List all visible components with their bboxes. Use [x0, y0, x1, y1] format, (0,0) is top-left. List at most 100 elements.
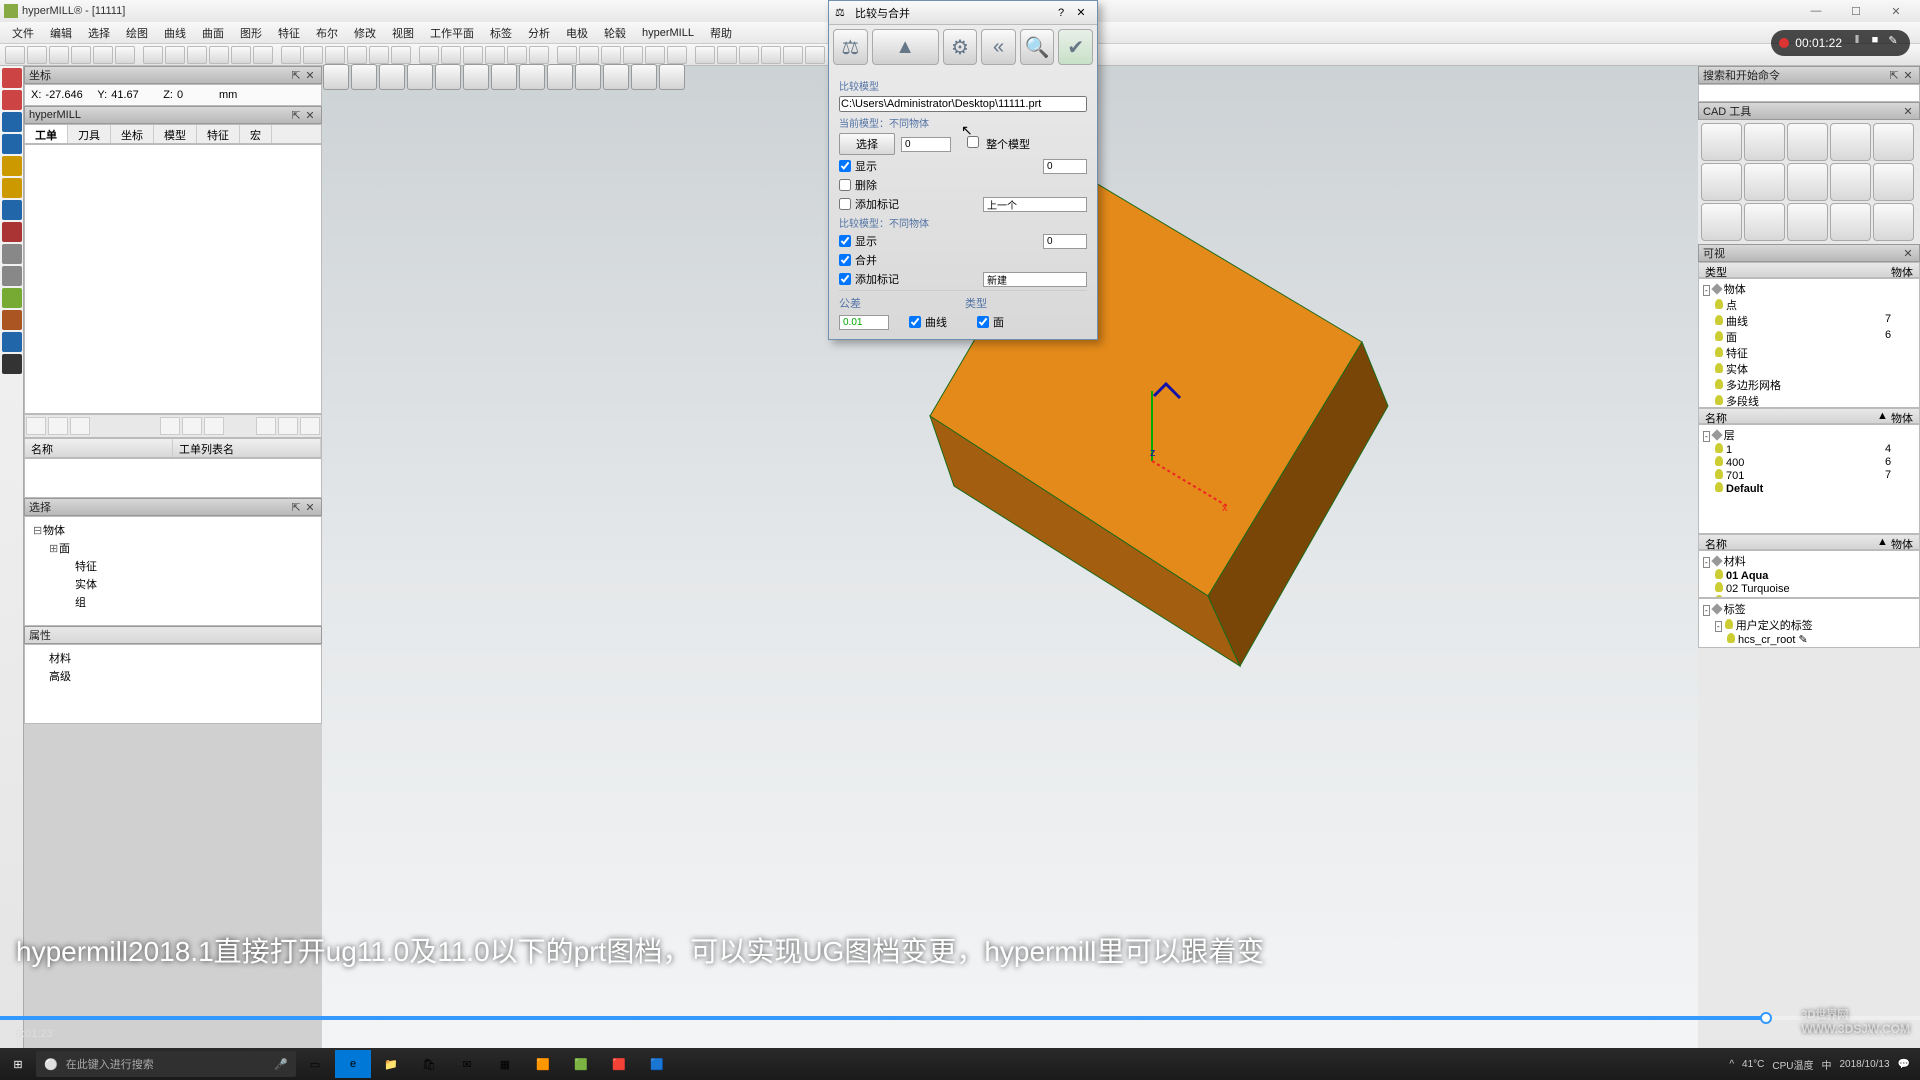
menu-曲面[interactable]: 曲面	[194, 25, 232, 41]
menu-帮助[interactable]: 帮助	[702, 25, 740, 41]
toolbar-button[interactable]	[325, 46, 345, 64]
toolbar-button[interactable]	[187, 46, 207, 64]
col-obj[interactable]: 物体	[1885, 535, 1919, 549]
start-button[interactable]: ⊞	[0, 1050, 36, 1078]
jobtool-btn[interactable]	[182, 417, 202, 435]
taskview-icon[interactable]: ▭	[297, 1050, 333, 1078]
tree-item[interactable]: ⊞面	[29, 539, 317, 557]
toolbar-button[interactable]	[507, 46, 527, 64]
select-button[interactable]: 选择	[839, 133, 895, 155]
face-checkbox[interactable]	[977, 316, 989, 328]
show-value-input[interactable]	[1043, 159, 1087, 174]
toolbar-button[interactable]	[579, 46, 599, 64]
col-obj[interactable]: 物体	[1885, 409, 1919, 423]
tree-item[interactable]: 01 Aqua	[1701, 569, 1917, 582]
dialog-close-button[interactable]: ✕	[1071, 6, 1091, 19]
toolbar-button[interactable]	[485, 46, 505, 64]
tree-item[interactable]: 高级	[29, 667, 317, 685]
tab-坐标[interactable]: 坐标	[111, 125, 154, 143]
tree-item[interactable]: 面6	[1701, 329, 1917, 345]
tray-ime-icon[interactable]: 中	[1821, 1057, 1831, 1072]
tag-tree[interactable]: - 标签- 用户定义的标签hcs_cr_root ✎	[1698, 598, 1920, 648]
menu-布尔[interactable]: 布尔	[308, 25, 346, 41]
panel-close-icon[interactable]: ✕	[303, 69, 317, 82]
addtag2-value-input[interactable]	[983, 272, 1087, 287]
cad-tool-button[interactable]	[1830, 163, 1871, 201]
select-tree[interactable]: ⊟物体⊞面特征实体组	[24, 516, 322, 626]
name-tree[interactable]: - 层1440067017Default	[1698, 424, 1920, 534]
show-checkbox[interactable]	[839, 160, 851, 172]
coord-x-value[interactable]: -27.646	[45, 89, 93, 101]
jobtool-btn[interactable]	[48, 417, 68, 435]
command-search-input[interactable]	[1698, 84, 1920, 102]
tree-item[interactable]: 02 Turquoise	[1701, 582, 1917, 595]
cad-tool-button[interactable]	[1787, 203, 1828, 241]
joblist-body[interactable]	[24, 458, 322, 498]
toolbar-button[interactable]	[441, 46, 461, 64]
left-tool-button[interactable]	[2, 266, 22, 286]
cad-tool-button[interactable]	[1701, 163, 1742, 201]
app-icon[interactable]: 🟥	[601, 1050, 637, 1078]
toolbar-button[interactable]	[739, 46, 759, 64]
coord-z-value[interactable]: 0	[177, 89, 215, 101]
tree-item[interactable]: 多段线	[1701, 393, 1917, 408]
menu-hyperMILL[interactable]: hyperMILL	[634, 27, 702, 39]
app-icon[interactable]: ▦	[487, 1050, 523, 1078]
explorer-icon[interactable]: 📁	[373, 1050, 409, 1078]
mic-icon[interactable]: 🎤	[274, 1058, 288, 1071]
col-name[interactable]: 名称	[1699, 409, 1871, 423]
toolbar-button[interactable]	[557, 46, 577, 64]
panel-pin-icon[interactable]: ⇱	[289, 501, 303, 514]
panel-close-icon[interactable]: ✕	[1901, 69, 1915, 82]
maximize-button[interactable]: ☐	[1836, 5, 1876, 18]
left-tool-button[interactable]	[2, 112, 22, 132]
select-value-input[interactable]	[901, 137, 951, 152]
panel-close-icon[interactable]: ✕	[1901, 105, 1915, 118]
cad-tool-button[interactable]	[1787, 123, 1828, 161]
record-stop-button[interactable]: ■	[1866, 34, 1884, 52]
addtag2-checkbox[interactable]	[839, 273, 851, 285]
menu-工作平面[interactable]: 工作平面	[422, 25, 482, 41]
tree-item[interactable]: Default	[1701, 482, 1917, 495]
dialog-help-button[interactable]: ?	[1051, 7, 1071, 19]
cad-tool-button[interactable]	[1873, 203, 1914, 241]
toolbar-button[interactable]	[695, 46, 715, 64]
app-icon[interactable]: 🟩	[563, 1050, 599, 1078]
panel-close-icon[interactable]: ✕	[303, 109, 317, 122]
tray-notification-icon[interactable]: 💬	[1898, 1059, 1910, 1070]
tree-item[interactable]: ⊟物体	[29, 521, 317, 539]
video-scrubber[interactable]	[0, 1016, 1920, 1020]
toolbar-button[interactable]	[667, 46, 687, 64]
minimize-button[interactable]: —	[1796, 5, 1836, 17]
addtag-checkbox[interactable]	[839, 198, 851, 210]
file-path-input[interactable]	[839, 96, 1087, 112]
tab-刀具[interactable]: 刀具	[68, 125, 111, 143]
cad-tool-button[interactable]	[1873, 123, 1914, 161]
toolbar-button[interactable]	[805, 46, 825, 64]
left-tool-button[interactable]	[2, 134, 22, 154]
toolbar-button[interactable]	[761, 46, 781, 64]
cad-tool-button[interactable]	[1701, 203, 1742, 241]
tree-item[interactable]: - 层	[1701, 427, 1917, 443]
menu-特征[interactable]: 特征	[270, 25, 308, 41]
balance-icon[interactable]: ⚖	[833, 29, 868, 65]
left-tool-button[interactable]	[2, 68, 22, 88]
panel-pin-icon[interactable]: ⇱	[1887, 69, 1901, 82]
toolbar-button[interactable]	[369, 46, 389, 64]
tree-item[interactable]: - 材料	[1701, 553, 1917, 569]
toolbar-button[interactable]	[165, 46, 185, 64]
menu-标签[interactable]: 标签	[482, 25, 520, 41]
toolbar-button[interactable]	[253, 46, 273, 64]
taskbar-search[interactable]: ⚪ 在此键入进行搜索 🎤	[36, 1051, 296, 1077]
tree-item[interactable]: 7017	[1701, 469, 1917, 482]
jobtool-btn[interactable]	[70, 417, 90, 435]
coord-panel-header[interactable]: 坐标 ⇱ ✕	[24, 66, 322, 84]
back-icon[interactable]: «	[981, 29, 1016, 65]
pointer-icon[interactable]: ▲	[872, 29, 939, 65]
curve-checkbox[interactable]	[909, 316, 921, 328]
delete-checkbox[interactable]	[839, 179, 851, 191]
jobtool-btn[interactable]	[26, 417, 46, 435]
cad-tool-button[interactable]	[1744, 163, 1785, 201]
toolbar-button[interactable]	[49, 46, 69, 64]
menu-轮毂[interactable]: 轮毂	[596, 25, 634, 41]
